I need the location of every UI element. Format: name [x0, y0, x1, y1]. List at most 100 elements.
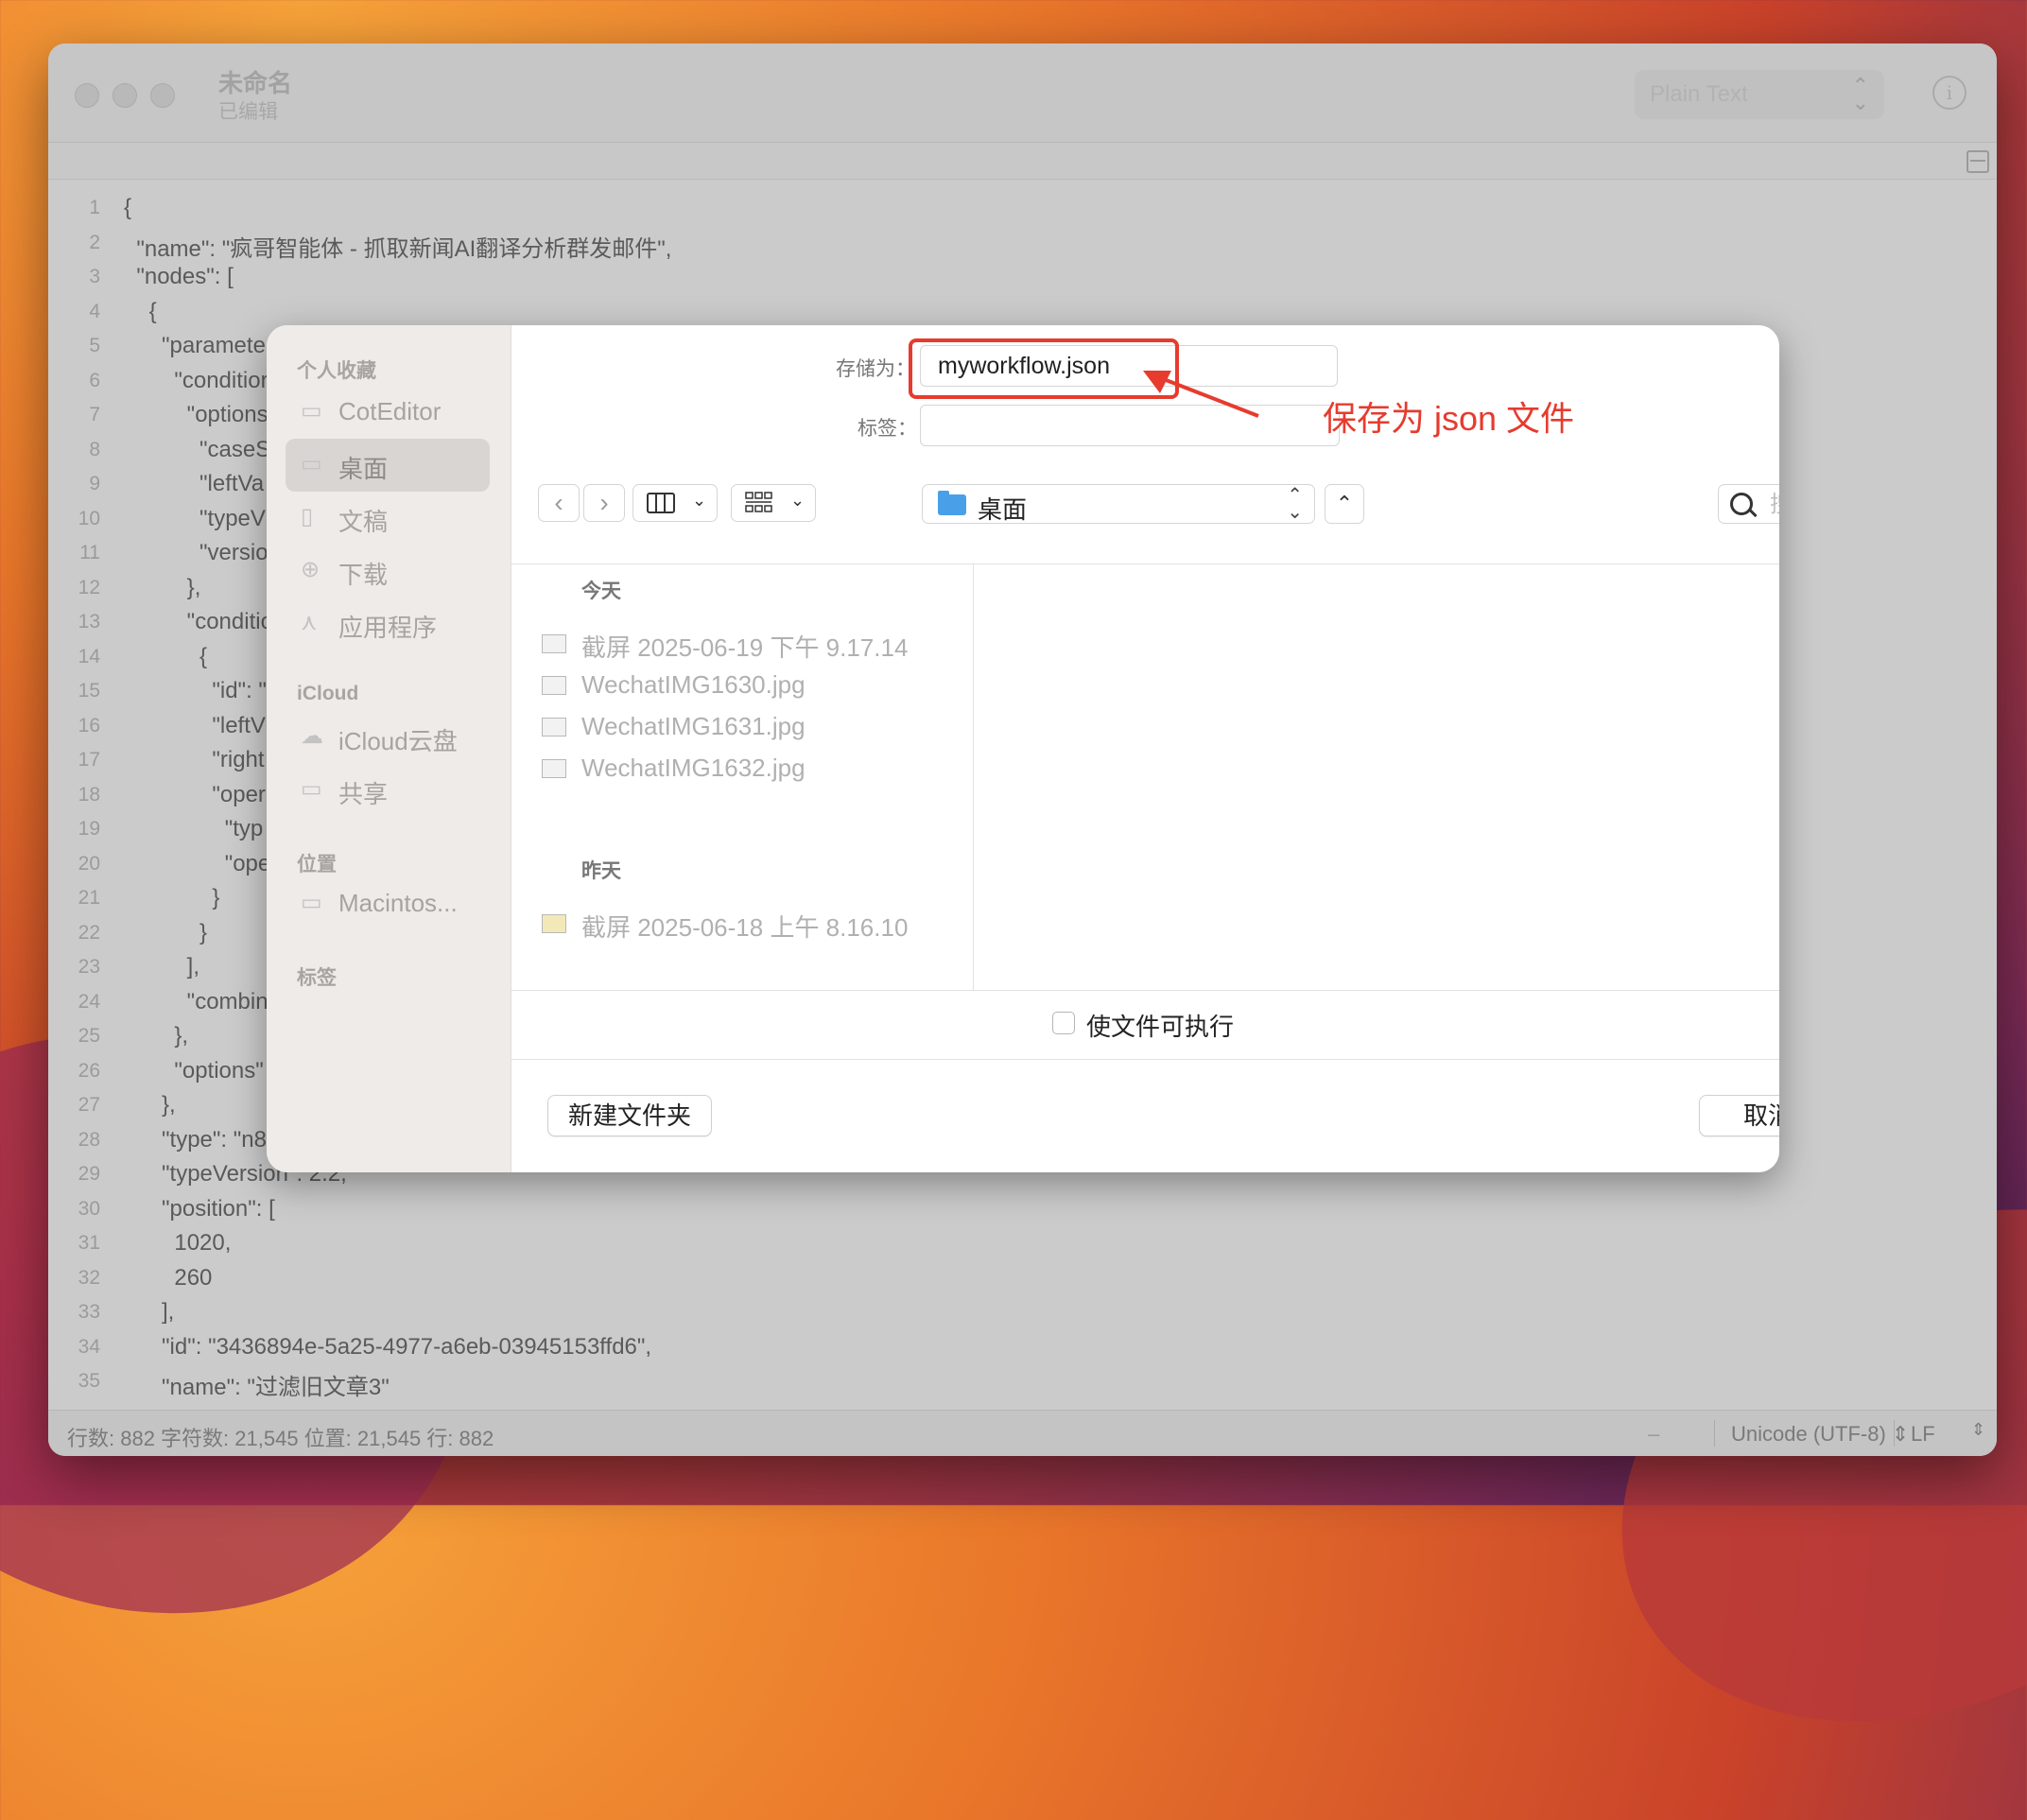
file-row[interactable]: 截屏 2025-06-19 下午 9.17.14 — [511, 623, 973, 663]
save-as-label: 存储为： — [836, 358, 915, 380]
chevron-updown-icon: ⌃ ⌄ — [1851, 74, 1869, 114]
line-number: 11 — [79, 542, 100, 563]
line-number: 1 — [89, 197, 100, 218]
columns-icon — [647, 493, 675, 513]
line-number: 35 — [78, 1370, 100, 1392]
sidebar-item-label: iCloud云盘 — [338, 727, 458, 755]
file-row[interactable]: WechatIMG1631.jpg — [511, 706, 973, 746]
line-number: 13 — [78, 611, 100, 633]
folder-icon — [938, 491, 966, 515]
status-bar: 行数: 882 字符数: 21,545 位置: 21,545 行: 882 – … — [48, 1410, 1997, 1456]
line-number: 27 — [78, 1094, 100, 1116]
code-text: "right — [124, 747, 265, 772]
line-number: 31 — [78, 1232, 100, 1254]
code-text: { — [124, 643, 208, 669]
screenshot-file-icon — [542, 634, 566, 653]
line-number: 9 — [89, 473, 100, 494]
folder-icon: ▭ — [301, 398, 322, 424]
executable-row: 使文件可执行 — [511, 989, 1779, 1060]
save-dialog: 个人收藏 ▭ CotEditor ▭ 桌面 ▯ 文稿 ⊕ 下载 ⋏ 应用程序 i… — [267, 325, 1779, 1172]
location-label: 桌面 — [978, 495, 1028, 524]
group-header-today: 今天 — [511, 566, 973, 604]
code-text: "name": "疯哥智能体 - 抓取新闻AI翻译分析群发邮件", — [124, 235, 672, 262]
location-popup[interactable]: 桌面 ⌃ ⌄ — [922, 484, 1315, 524]
back-button[interactable]: ‹ — [538, 484, 580, 522]
minimize-button[interactable] — [113, 83, 137, 108]
cancel-button[interactable]: 取消 — [1699, 1095, 1779, 1136]
code-text: "options" — [124, 1057, 264, 1083]
code-text: 260 — [124, 1264, 213, 1291]
line-number: 30 — [78, 1197, 100, 1220]
navigation-bar — [48, 143, 1997, 180]
line-number: 3 — [89, 266, 100, 287]
file-row[interactable]: 截屏 2025-06-18 上午 8.16.10 — [511, 903, 973, 943]
line-number: 16 — [78, 714, 100, 737]
code-text: "typeV — [124, 505, 266, 531]
zoom-button[interactable] — [150, 83, 175, 108]
line-number: 5 — [89, 335, 100, 356]
line-number: 28 — [78, 1128, 100, 1151]
sidebar-item-icloud-drive[interactable]: ☁ iCloud云盘 — [286, 711, 490, 764]
sidebar: 个人收藏 ▭ CotEditor ▭ 桌面 ▯ 文稿 ⊕ 下载 ⋏ 应用程序 i… — [267, 325, 511, 1172]
line-number: 32 — [78, 1266, 100, 1289]
expand-collapse-button[interactable]: ⌃ — [1325, 484, 1364, 524]
code-text: "combin — [124, 988, 269, 1014]
line-number: 8 — [89, 438, 100, 460]
group-view-button[interactable]: ⌄ — [731, 484, 816, 522]
line-number: 2 — [89, 231, 100, 253]
line-ending-chevron-icon[interactable]: ⇕ — [1971, 1420, 1985, 1440]
code-text: "id": " — [124, 678, 267, 703]
sidebar-item-downloads[interactable]: ⊕ 下载 — [286, 545, 490, 598]
split-editor-icon[interactable] — [1966, 150, 1989, 173]
line-number: 12 — [78, 576, 100, 598]
line-ending-popup[interactable]: LF — [1911, 1422, 1935, 1447]
code-text: "typ — [124, 816, 264, 841]
file-name: WechatIMG1631.jpg — [581, 712, 806, 740]
encoding-popup[interactable]: Unicode (UTF-8) ⇕ — [1731, 1422, 1909, 1447]
syntax-popup[interactable]: Plain Text ⌃ ⌄ — [1635, 70, 1884, 119]
column-view-button[interactable]: ⌄ — [632, 484, 718, 522]
file-browser: 今天 截屏 2025-06-19 下午 9.17.14 WechatIMG163… — [511, 563, 1779, 991]
file-row[interactable]: WechatIMG1630.jpg — [511, 665, 973, 704]
sidebar-item-coteditor[interactable]: ▭ CotEditor — [286, 386, 490, 439]
code-text: "type": "n8 — [124, 1126, 267, 1153]
group-header-yesterday: 昨天 — [511, 846, 973, 884]
grid-icon — [745, 492, 772, 512]
image-file-icon — [542, 676, 566, 695]
sidebar-item-label: 下载 — [338, 561, 389, 589]
file-name: 截屏 2025-06-18 上午 8.16.10 — [581, 913, 909, 942]
executable-label[interactable]: 使文件可执行 — [1086, 1008, 1234, 1043]
line-number: 34 — [78, 1335, 100, 1358]
line-number: 21 — [78, 887, 100, 909]
close-button[interactable] — [75, 83, 99, 108]
sidebar-item-label: 桌面 — [338, 455, 389, 483]
new-folder-button[interactable]: 新建文件夹 — [547, 1095, 712, 1136]
file-row[interactable]: WechatIMG1632.jpg — [511, 748, 973, 788]
tags-header[interactable]: 标签 — [297, 962, 337, 991]
code-text: "paramete — [124, 333, 266, 358]
image-file-icon — [542, 718, 566, 737]
search-input[interactable] — [1768, 489, 1779, 521]
code-text: "leftVa — [124, 471, 265, 496]
chevron-down-icon: ⌄ — [790, 491, 806, 510]
sidebar-item-desktop[interactable]: ▭ 桌面 — [286, 439, 490, 492]
executable-checkbox[interactable] — [1052, 1012, 1075, 1034]
sidebar-item-documents[interactable]: ▯ 文稿 — [286, 492, 490, 545]
sidebar-item-shared[interactable]: ▭ 共享 — [286, 764, 490, 817]
code-text: "oper — [124, 781, 266, 807]
sidebar-item-macintosh[interactable]: ▭ Macintos... — [286, 877, 490, 930]
file-name: WechatIMG1632.jpg — [581, 754, 806, 782]
search-field[interactable] — [1718, 484, 1779, 524]
code-text: "nodes": [ — [124, 264, 234, 289]
code-text: }, — [124, 1023, 189, 1049]
sidebar-item-label: 共享 — [338, 780, 389, 808]
code-text: { — [124, 298, 157, 324]
tags-field[interactable] — [920, 405, 1340, 446]
file-column[interactable]: 今天 截屏 2025-06-19 下午 9.17.14 WechatIMG163… — [511, 564, 974, 990]
sidebar-item-label: 文稿 — [338, 508, 389, 536]
sidebar-item-applications[interactable]: ⋏ 应用程序 — [286, 598, 490, 650]
info-icon[interactable]: i — [1932, 76, 1966, 110]
code-text: "position": [ — [124, 1195, 275, 1222]
forward-button[interactable]: › — [583, 484, 625, 522]
document-icon: ▯ — [301, 504, 314, 529]
